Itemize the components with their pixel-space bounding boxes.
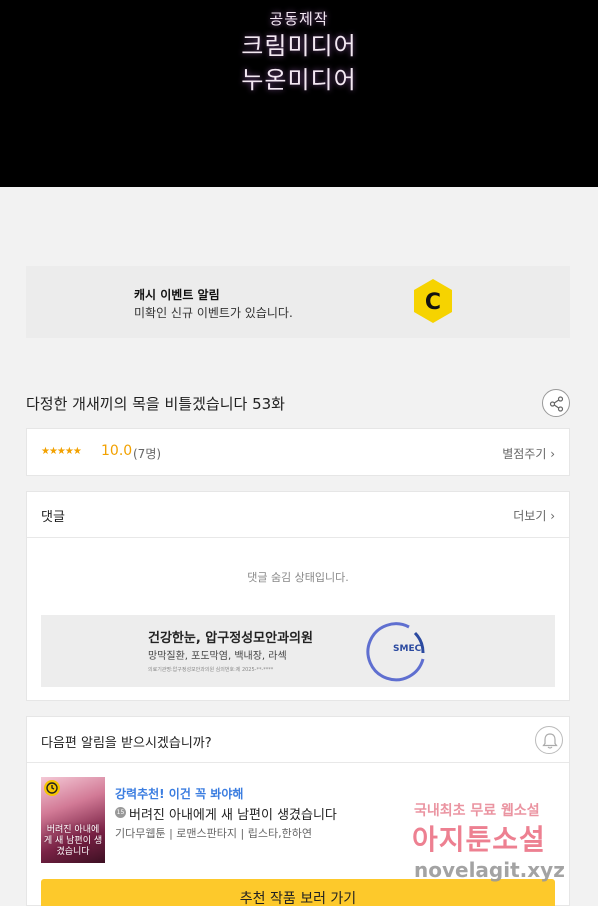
svg-text:C: C xyxy=(425,290,441,315)
rating-bar: ★★★★★ 10.0 (7명) 별점주기 › xyxy=(26,428,570,476)
notify-header: 다음편 알림을 받으시겠습니까? xyxy=(27,717,569,763)
episode-hero-image: 공동제작 크림미디어 누온미디어 xyxy=(0,0,598,187)
credit-studio-2: 누온미디어 xyxy=(241,66,357,94)
recommend-title[interactable]: 버려진 아내에게 새 남편이 생겼습니다 xyxy=(129,804,337,823)
cash-event-banner[interactable]: 캐시 이벤트 알림 미확인 신규 이벤트가 있습니다. C xyxy=(26,266,570,338)
comments-more-link[interactable]: 더보기 › xyxy=(513,507,555,524)
comments-title: 댓글 xyxy=(41,510,65,525)
rating-count: (7명) xyxy=(133,447,162,461)
recommend-tag: 강력추천! 이건 꼭 봐야해 xyxy=(115,787,244,801)
notify-question: 다음편 알림을 받으시겠습니까? xyxy=(41,736,212,751)
ad-brand: SMEC xyxy=(393,644,422,654)
notify-bell-button[interactable] xyxy=(535,726,563,754)
rating-stars-icon: ★★★★★ xyxy=(41,446,82,457)
recommend-cover-image[interactable]: 버려진 아내에게 새 남편이 생겼습니다 xyxy=(41,777,105,863)
cash-logo-icon: C xyxy=(414,279,452,323)
ad-banner[interactable]: 건강한눈, 압구정성모안과의원 망막질환, 포도막염, 백내장, 라섹 의료기관… xyxy=(41,615,555,687)
cover-title-art: 버려진 아내에게 새 남편이 생겼습니다 xyxy=(43,825,103,857)
share-icon xyxy=(549,396,564,412)
episode-title: 다정한 개새끼의 목을 비틀겠습니다 53화 xyxy=(26,395,285,413)
credit-studio-1: 크림미디어 xyxy=(241,32,357,60)
bell-icon xyxy=(542,733,558,749)
wait-free-clock-icon xyxy=(44,780,60,796)
rate-button[interactable]: 별점주기 › xyxy=(502,445,555,462)
comments-section: 댓글 더보기 › 댓글 숨김 상태입니다. 건강한눈, 압구정성모안과의원 망막… xyxy=(26,491,570,701)
rating-score: 10.0 xyxy=(101,443,133,459)
age-rating-badge: 15 xyxy=(115,807,126,818)
recommend-meta: 기다무웹툰 | 로맨스판타지 | 립스타,한하연 xyxy=(115,827,312,840)
ad-fine-print: 의료기관명:압구정성모안과의원 심의번호:제 2025-**-**** xyxy=(148,667,274,673)
ad-subtitle: 망막질환, 포도막염, 백내장, 라섹 xyxy=(148,651,287,662)
production-credits: 공동제작 크림미디어 누온미디어 xyxy=(0,8,598,97)
share-button[interactable] xyxy=(542,389,570,417)
next-episode-notify-card: 다음편 알림을 받으시겠습니까? 버려진 아내에게 새 남편이 생겼습니다 강력… xyxy=(26,716,570,906)
ad-title: 건강한눈, 압구정성모안과의원 xyxy=(148,631,313,646)
cash-event-title: 캐시 이벤트 알림 xyxy=(134,288,220,302)
credit-label: 공동제작 xyxy=(269,10,329,28)
recommend-cta-button[interactable]: 추천 작품 보러 가기 xyxy=(41,879,555,906)
comments-hidden-message: 댓글 숨김 상태입니다. xyxy=(247,571,349,584)
comments-header: 댓글 더보기 › xyxy=(27,492,569,538)
cash-event-subtitle: 미확인 신규 이벤트가 있습니다. xyxy=(134,306,293,320)
